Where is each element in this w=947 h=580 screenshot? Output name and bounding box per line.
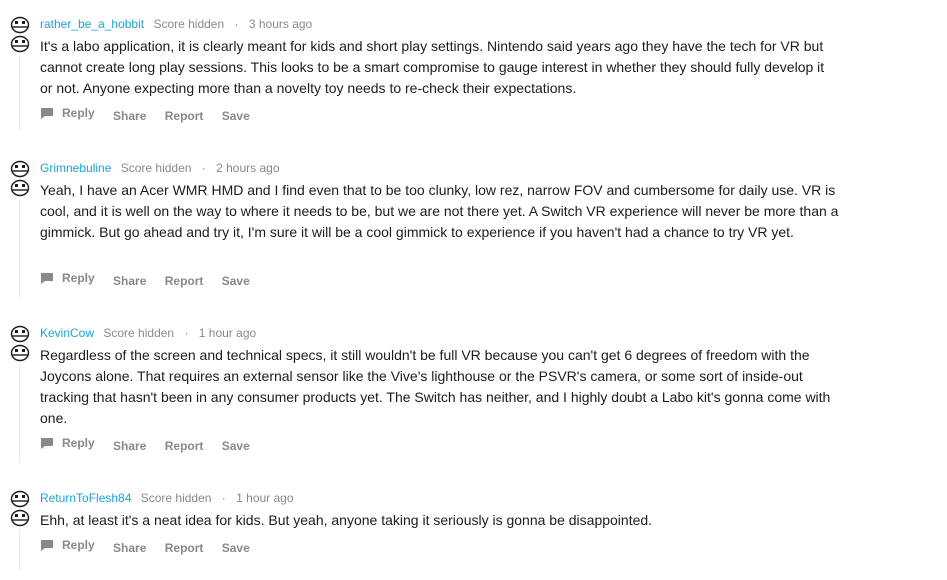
separator-dot: ·: [201, 161, 206, 175]
avatar-column: [10, 16, 30, 130]
reply-button[interactable]: Reply: [40, 105, 95, 121]
comment-actions: Reply Share Report Save: [40, 435, 265, 454]
save-button[interactable]: Save: [222, 439, 250, 453]
comment-meta: ReturnToFlesh84 Score hidden · 1 hour ag…: [40, 490, 294, 506]
comment: rather_be_a_hobbit Score hidden · 3 hour…: [10, 16, 850, 130]
comment-bubble-icon: [41, 539, 53, 551]
score-label: Score hidden: [120, 161, 192, 175]
share-button[interactable]: Share: [113, 439, 146, 453]
save-button[interactable]: Save: [222, 541, 250, 555]
robot-avatar-icon[interactable]: [10, 16, 30, 54]
separator-dot: ·: [234, 17, 239, 31]
score-label: Score hidden: [103, 326, 175, 340]
score-label: Score hidden: [153, 17, 225, 31]
reply-label: Reply: [62, 106, 95, 120]
username-link[interactable]: KevinCow: [40, 326, 94, 340]
comment-actions: Reply Share Report Save: [40, 105, 265, 124]
comment: KevinCow Score hidden · 1 hour ago Regar…: [10, 325, 850, 462]
avatar-column: [10, 490, 30, 570]
comment-actions: Reply Share Report Save: [40, 537, 265, 556]
username-link[interactable]: rather_be_a_hobbit: [40, 17, 144, 31]
share-button[interactable]: Share: [113, 541, 146, 555]
timestamp[interactable]: 1 hour ago: [236, 491, 293, 505]
share-button[interactable]: Share: [113, 274, 146, 288]
reply-button[interactable]: Reply: [40, 537, 95, 553]
comment-body: Ehh, at least it's a neat idea for kids.…: [40, 512, 653, 528]
comment-body: Regardless of the screen and technical s…: [40, 347, 831, 426]
separator-dot: ·: [221, 491, 226, 505]
share-button[interactable]: Share: [113, 109, 146, 123]
robot-avatar-icon[interactable]: [10, 160, 30, 198]
comment-body: It's a labo application, it is clearly m…: [40, 38, 825, 96]
comment-meta: rather_be_a_hobbit Score hidden · 3 hour…: [40, 16, 312, 32]
reply-button[interactable]: Reply: [40, 435, 95, 451]
thread-line[interactable]: [19, 365, 20, 462]
save-button[interactable]: Save: [222, 109, 250, 123]
thread-line[interactable]: [19, 56, 20, 130]
comment-bubble-icon: [41, 107, 53, 119]
score-label: Score hidden: [140, 491, 212, 505]
avatar-column: [10, 325, 30, 462]
comment-bubble-icon: [41, 437, 53, 449]
thread-line[interactable]: [19, 530, 20, 570]
reply-button[interactable]: Reply: [40, 270, 95, 286]
report-button[interactable]: Report: [165, 541, 204, 555]
report-button[interactable]: Report: [165, 109, 204, 123]
comment: Grimnebuline Score hidden · 2 hours ago …: [10, 160, 850, 297]
username-link[interactable]: Grimnebuline: [40, 161, 111, 175]
report-button[interactable]: Report: [165, 274, 204, 288]
timestamp[interactable]: 1 hour ago: [199, 326, 256, 340]
avatar-column: [10, 160, 30, 297]
thread-line[interactable]: [19, 200, 20, 297]
timestamp[interactable]: 2 hours ago: [216, 161, 279, 175]
save-button[interactable]: Save: [222, 274, 250, 288]
robot-avatar-icon[interactable]: [10, 325, 30, 363]
reply-label: Reply: [62, 538, 95, 552]
robot-avatar-icon[interactable]: [10, 490, 30, 528]
separator-dot: ·: [184, 326, 189, 340]
comment-meta: KevinCow Score hidden · 1 hour ago: [40, 325, 256, 341]
comment-meta: Grimnebuline Score hidden · 2 hours ago: [40, 160, 280, 176]
report-button[interactable]: Report: [165, 439, 204, 453]
comment: ReturnToFlesh84 Score hidden · 1 hour ag…: [10, 490, 850, 570]
reply-label: Reply: [62, 436, 95, 450]
comment-actions: Reply Share Report Save: [40, 270, 265, 289]
timestamp[interactable]: 3 hours ago: [249, 17, 312, 31]
reply-label: Reply: [62, 271, 95, 285]
username-link[interactable]: ReturnToFlesh84: [40, 491, 131, 505]
comment-bubble-icon: [41, 272, 53, 284]
comment-body: Yeah, I have an Acer WMR HMD and I find …: [40, 182, 839, 240]
